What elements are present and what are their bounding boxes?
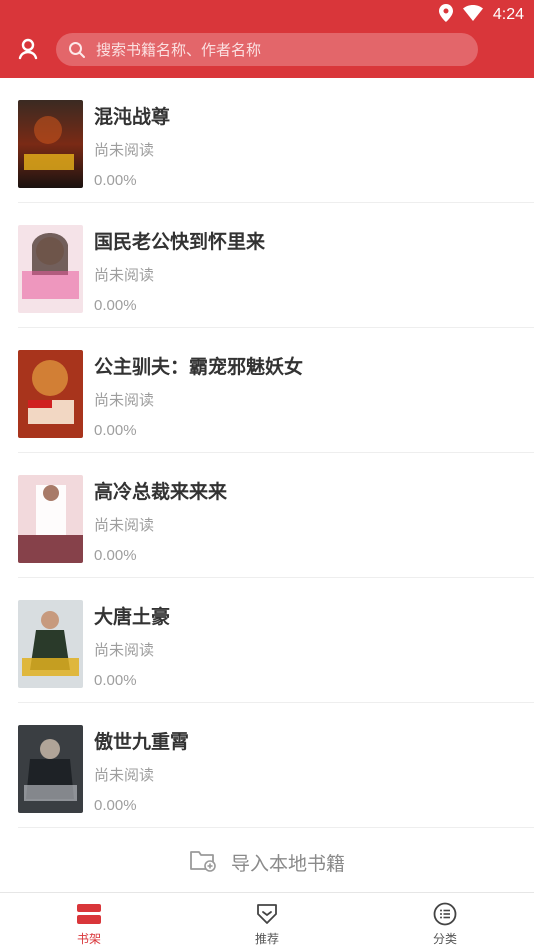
- user-icon: [18, 38, 38, 64]
- import-label: 导入本地书籍: [230, 852, 345, 875]
- status-icons: 4:24: [438, 4, 524, 26]
- book-progress: 0.00%: [94, 797, 137, 814]
- book-item[interactable]: 公主驯夫：霸宠邪魅妖女 尚未阅读 0.00%: [0, 328, 534, 453]
- book-cover: [18, 100, 83, 188]
- recommend-icon: [253, 901, 281, 927]
- book-item[interactable]: 高冷总裁来来来 尚未阅读 0.00%: [0, 453, 534, 578]
- tab-label: 分类: [432, 932, 457, 946]
- book-item[interactable]: 国民老公快到怀里来 尚未阅读 0.00%: [0, 203, 534, 328]
- tab-label: 推荐: [254, 932, 279, 946]
- folder-add-icon: [189, 848, 217, 876]
- tab-bookshelf[interactable]: 书架: [0, 893, 178, 949]
- book-title: 傲世九重霄: [94, 731, 190, 753]
- search-input[interactable]: [96, 40, 456, 59]
- book-title: 公主驯夫：霸宠邪魅妖女: [94, 356, 304, 378]
- user-profile-button[interactable]: [15, 38, 41, 64]
- book-progress: 0.00%: [94, 672, 137, 689]
- book-read-status: 尚未阅读: [94, 266, 155, 284]
- book-read-status: 尚未阅读: [94, 141, 155, 159]
- book-read-status: 尚未阅读: [94, 766, 155, 784]
- book-title: 混沌战尊: [94, 106, 171, 128]
- book-progress: 0.00%: [94, 297, 137, 314]
- book-read-status: 尚未阅读: [94, 641, 155, 659]
- location-icon: [438, 4, 453, 26]
- book-cover: [18, 600, 83, 688]
- book-cover: [18, 225, 83, 313]
- book-cover: [18, 350, 83, 438]
- tab-label: 书架: [76, 932, 101, 946]
- status-bar: 4:24: [0, 0, 534, 28]
- book-item[interactable]: 大唐土豪 尚未阅读 0.00%: [0, 578, 534, 703]
- book-cover: [18, 725, 83, 813]
- book-read-status: 尚未阅读: [94, 391, 155, 409]
- tab-recommend[interactable]: 推荐: [178, 893, 356, 949]
- book-title: 大唐土豪: [94, 606, 171, 628]
- status-time: 4:24: [492, 6, 524, 23]
- book-item[interactable]: 混沌战尊 尚未阅读 0.00%: [0, 78, 534, 203]
- bookshelf-list: 混沌战尊 尚未阅读 0.00% 国民老公快到怀里来 尚未阅读 0.00% 公主驯…: [0, 78, 534, 828]
- category-icon: [431, 901, 459, 927]
- search-icon: [68, 41, 86, 59]
- search-bar[interactable]: [56, 33, 478, 66]
- book-read-status: 尚未阅读: [94, 516, 155, 534]
- bottom-tab-bar: 书架 推荐 分类: [0, 892, 534, 949]
- book-cover: [18, 475, 83, 563]
- book-progress: 0.00%: [94, 422, 137, 439]
- book-title: 高冷总裁来来来: [94, 481, 228, 503]
- book-progress: 0.00%: [94, 547, 137, 564]
- app-header: 4:24: [0, 0, 534, 78]
- tab-category[interactable]: 分类: [356, 893, 534, 949]
- book-title: 国民老公快到怀里来: [94, 231, 266, 253]
- wifi-icon: [462, 5, 483, 25]
- import-local-books-button[interactable]: 导入本地书籍: [0, 835, 534, 889]
- book-progress: 0.00%: [94, 172, 137, 189]
- bookshelf-icon: [75, 901, 103, 927]
- book-item[interactable]: 傲世九重霄 尚未阅读 0.00%: [0, 703, 534, 828]
